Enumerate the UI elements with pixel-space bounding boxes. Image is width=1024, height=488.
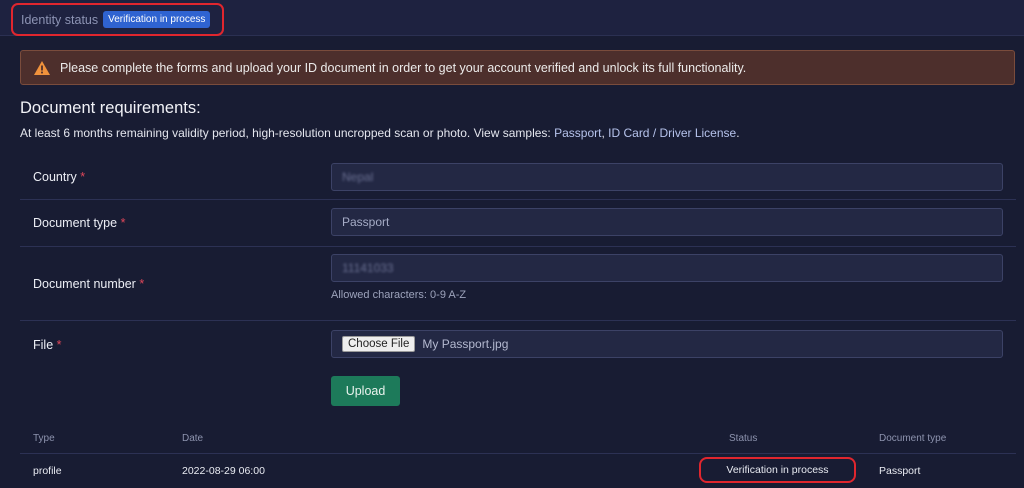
document-type-label: Document type * bbox=[33, 216, 125, 230]
document-number-input[interactable]: 11141033 bbox=[331, 254, 1003, 282]
selected-file-name: My Passport.jpg bbox=[422, 337, 509, 351]
column-header-type: Type bbox=[33, 433, 55, 444]
row-type: profile bbox=[33, 465, 62, 477]
upload-button[interactable]: Upload bbox=[331, 376, 400, 406]
table-header-divider bbox=[20, 453, 1016, 454]
file-label-text: File bbox=[33, 338, 54, 352]
column-header-date: Date bbox=[182, 433, 204, 444]
requirements-title: Document requirements: bbox=[20, 99, 201, 117]
warning-alert: Please complete the forms and upload you… bbox=[20, 50, 1015, 85]
row-document-type: Passport bbox=[879, 465, 921, 477]
document-type-select[interactable]: Passport bbox=[331, 208, 1003, 236]
file-input[interactable]: Choose File My Passport.jpg bbox=[331, 330, 1003, 358]
country-label: Country * bbox=[33, 170, 85, 184]
requirements-description: At least 6 months remaining validity per… bbox=[20, 126, 551, 140]
identity-status: Identity status Verification in process bbox=[11, 3, 224, 36]
document-number-hint: Allowed characters: 0-9 A-Z bbox=[331, 289, 467, 301]
file-label: File * bbox=[33, 338, 62, 352]
document-type-value: Passport bbox=[342, 215, 390, 229]
document-type-label-text: Document type bbox=[33, 216, 118, 230]
column-header-document-type: Document type bbox=[879, 433, 947, 444]
column-header-status: Status bbox=[729, 433, 758, 444]
requirements-text: At least 6 months remaining validity per… bbox=[20, 126, 740, 140]
required-marker: * bbox=[139, 277, 145, 291]
document-number-row: Document number * 11141033 Allowed chara… bbox=[20, 247, 1016, 321]
document-number-label: Document number * bbox=[33, 277, 144, 291]
warning-triangle-icon bbox=[34, 60, 50, 75]
country-label-text: Country bbox=[33, 170, 77, 184]
country-row: Country * Nepal bbox=[20, 153, 1016, 200]
required-marker: * bbox=[120, 216, 126, 230]
choose-file-button[interactable]: Choose File bbox=[342, 336, 416, 352]
row-status-highlight: Verification in process bbox=[699, 457, 856, 483]
identity-status-label: Identity status bbox=[21, 12, 99, 27]
sample-id-card-link[interactable]: ID Card / Driver License bbox=[608, 126, 736, 140]
required-marker: * bbox=[80, 170, 86, 184]
row-date: 2022-08-29 06:00 bbox=[182, 465, 265, 477]
document-number-label-text: Document number bbox=[33, 277, 136, 291]
country-value: Nepal bbox=[342, 170, 374, 184]
top-bar: Identity status Verification in process bbox=[0, 0, 1024, 36]
sample-separator: , bbox=[601, 126, 605, 140]
row-status: Verification in process bbox=[726, 464, 829, 476]
requirements-end: . bbox=[736, 126, 740, 140]
document-number-value: 11141033 bbox=[342, 261, 394, 275]
identity-status-badge: Verification in process bbox=[103, 11, 211, 28]
file-row: File * Choose File My Passport.jpg bbox=[20, 321, 1016, 367]
required-marker: * bbox=[56, 338, 62, 352]
sample-passport-link[interactable]: Passport bbox=[554, 126, 601, 140]
document-type-row: Document type * Passport bbox=[20, 200, 1016, 247]
country-select[interactable]: Nepal bbox=[331, 163, 1003, 191]
alert-message: Please complete the forms and upload you… bbox=[60, 60, 747, 75]
